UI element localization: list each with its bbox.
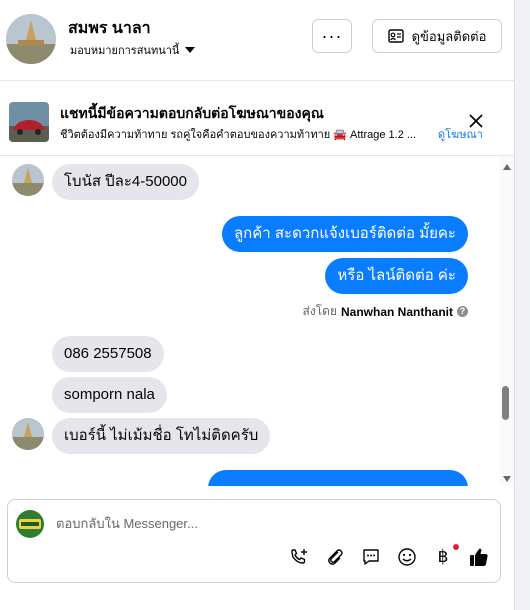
view-contact-label: ดูข้อมูลติดต่อ [411,28,487,44]
more-icon: ··· [321,25,343,46]
payment-button[interactable]: ฿ [432,546,454,568]
caret-down-icon [185,47,196,53]
attach-button[interactable] [324,546,346,568]
close-banner-button[interactable] [466,111,486,131]
more-button[interactable]: ··· [312,19,352,53]
emoji-icon [398,548,416,566]
scroll-down-arrow-icon[interactable] [503,476,511,482]
ad-reply-banner: แชทนี้มีข้อความตอบกลับต่อโฆษณาของคุณ ชีว… [0,81,514,156]
like-button[interactable] [468,546,490,568]
contact-avatar-small [12,418,44,450]
attach-icon [328,549,343,565]
call-add-icon [291,549,307,564]
ad-thumbnail[interactable] [9,102,49,142]
call-add-button[interactable] [288,546,310,568]
reply-composer: ฿ [7,499,501,583]
contact-avatar[interactable] [6,14,56,64]
message-bubble-outgoing[interactable]: หรือ ไลน์ติดต่อ ค่ะ [325,258,468,294]
reply-input[interactable] [54,510,478,536]
view-contact-button[interactable]: ดูข้อมูลติดต่อ [372,19,502,53]
ad-banner-title: แชทนี้มีข้อความตอบกลับต่อโฆษณาของคุณ [60,105,324,121]
message-bubble-outgoing-partial[interactable] [208,470,468,486]
message-bubble-incoming[interactable]: somporn nala [52,377,167,413]
saved-reply-button[interactable] [360,546,382,568]
message-scrollbar[interactable] [500,156,514,486]
page-avatar [16,510,44,538]
help-icon[interactable]: ? [457,306,468,317]
emoji-button[interactable] [396,546,418,568]
message-bubble-incoming[interactable]: โบนัส ปีละ4-50000 [52,164,199,200]
conversation-header: สมพร นาลา มอบหมายการสนทนานี้ ··· ดูข้อมู… [0,0,514,81]
scroll-up-arrow-icon[interactable] [503,164,511,170]
message-bubble-outgoing[interactable]: ลูกค้า สะดวกแจ้งเบอร์ติดต่อ มั้ยคะ [221,216,468,252]
saved-reply-icon [363,549,379,565]
sent-by-label: ส่งโดย Nanwhan Nanthanit ? [303,302,468,321]
sent-by-prefix: ส่งโดย [302,304,337,318]
message-bubble-incoming[interactable]: 086 2557508 [52,336,164,372]
notification-dot [453,544,459,550]
message-bubble-incoming[interactable]: เบอร์นี้ ไม่เม้มชื่อ โทไม่ติดครับ [52,418,271,454]
baht-icon: ฿ [437,547,449,566]
contact-avatar-small [12,164,44,196]
assign-label: มอบหมายการสนทนานี้ [70,45,180,57]
contact-card-icon [387,29,404,43]
like-icon [470,548,488,566]
contact-name: สมพร นาลา [68,20,151,37]
close-icon [469,114,483,128]
sent-by-agent: Nanwhan Nanthanit [340,304,453,319]
conversation-panel: สมพร นาลา มอบหมายการสนทนานี้ ··· ดูข้อมู… [0,0,515,610]
scrollbar-thumb[interactable] [502,386,509,420]
message-list: โบนัส ปีละ4-50000 ลูกค้า สะดวกแจ้งเบอร์ต… [0,156,500,486]
assign-conversation-dropdown[interactable]: มอบหมายการสนทนานี้ [70,41,196,59]
ad-banner-subtitle: ชีวิตต้องมีความท้าทาย รถคู่ใจคือคำตอบของ… [60,129,417,141]
